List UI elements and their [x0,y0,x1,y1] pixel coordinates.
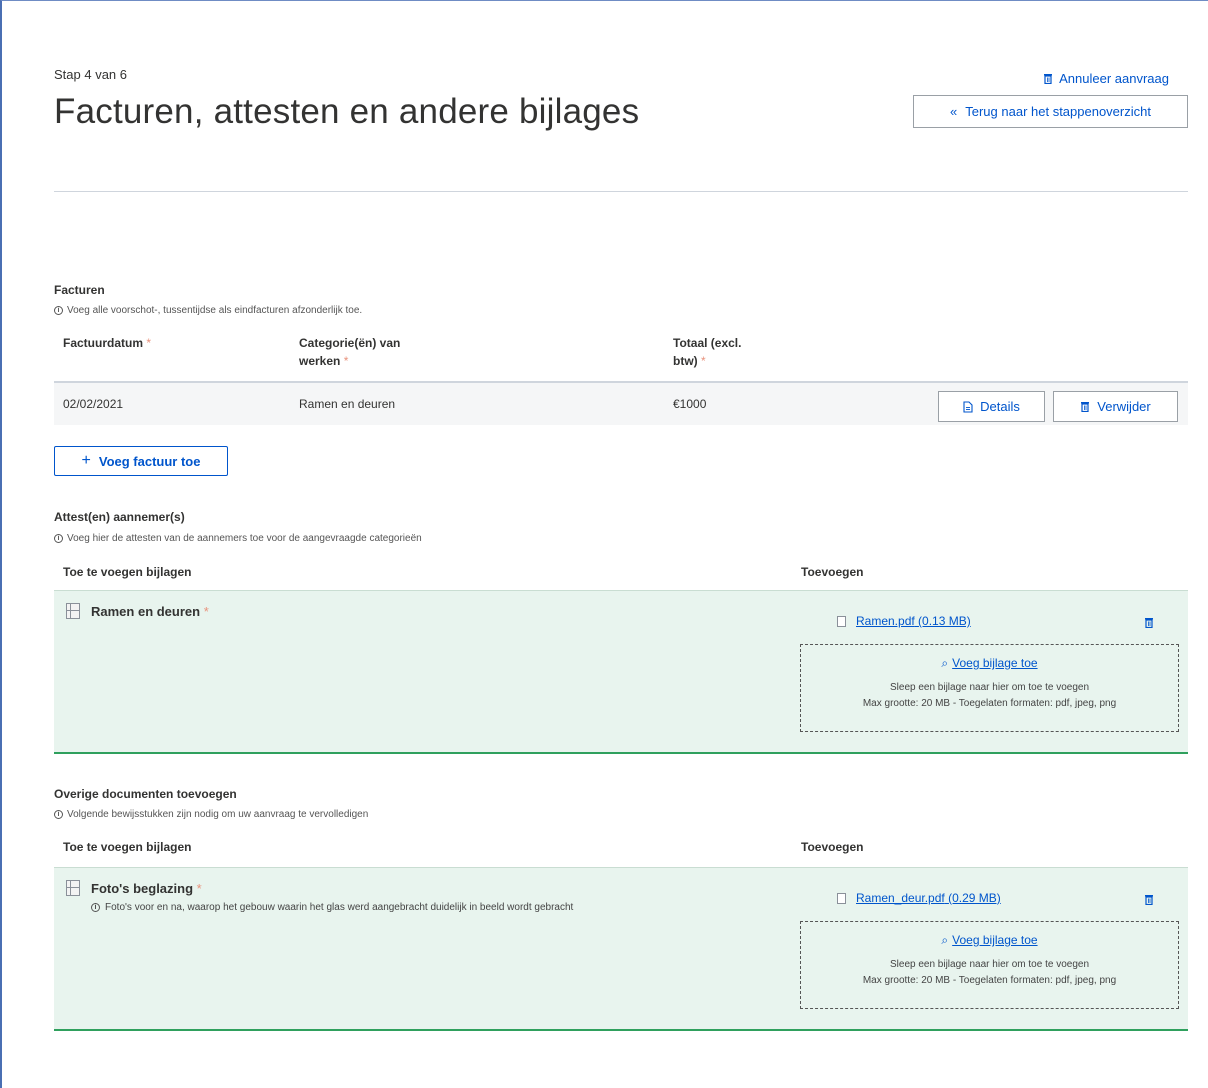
attachment-item-name: Ramen en deuren * [91,604,209,619]
contractor-attachment-row: Ramen en deuren * Ramen.pdf (0.13 MB) ⌕ V… [54,590,1188,754]
invoices-hint: i Voeg alle voorschot-, tussentijdse als… [54,305,362,316]
page-title: Facturen, attesten en andere bijlages [54,92,640,131]
delete-label: Verwijder [1097,399,1151,414]
paperclip-icon: ⌕ [941,656,949,670]
header-divider [54,191,1188,192]
attachment-item-description: i Foto's voor en na, waarop het gebouw w… [91,902,573,913]
step-indicator: Stap 4 van 6 [54,67,127,82]
cancel-request-label: Annuleer aanvraag [1059,71,1169,86]
info-icon: i [54,810,63,819]
paperclip-icon: ⌕ [941,933,949,947]
file-icon [837,892,846,904]
window-icon [66,880,80,896]
delete-file-button[interactable] [1144,615,1154,633]
invoice-date: 02/02/2021 [63,397,124,411]
info-icon: i [91,903,100,912]
contractor-title: Attest(en) aannemer(s) [54,510,185,524]
invoices-title: Facturen [54,283,105,297]
trash-icon [1044,74,1053,84]
col-add: Toevoegen [801,565,864,579]
contractor-hint-text: Voeg hier de attesten van de aannemers t… [67,533,422,544]
dropzone-instructions: Sleep een bijlage naar hier om toe te vo… [862,682,1117,709]
invoices-hint-text: Voeg alle voorschot-, tussentijdse als e… [67,305,363,316]
info-icon: i [54,534,63,543]
col-total: Totaal (excl. btw) * [673,336,742,368]
other-docs-attachment-row: Foto's beglazing * i Foto's voor en na, … [54,867,1188,1031]
file-dropzone[interactable]: ⌕ Voeg bijlage toe Sleep een bijlage naar… [800,644,1179,732]
double-chevron-left-icon: « [950,104,958,119]
delete-invoice-button[interactable]: Verwijder [1053,391,1178,422]
file-dropzone[interactable]: ⌕ Voeg bijlage toe Sleep een bijlage naar… [800,921,1179,1009]
col-attachments: Toe te voegen bijlagen [63,840,192,854]
other-docs-hint-text: Volgende bewijsstukken zijn nodig om uw … [67,809,369,820]
uploaded-file-link[interactable]: Ramen.pdf (0.13 MB) [837,614,971,628]
back-to-overview-button[interactable]: « Terug naar het stappenoverzicht [913,95,1188,128]
window-icon [66,603,80,619]
col-invoice-date: Factuurdatum * [63,336,152,350]
other-docs-title: Overige documenten toevoegen [54,787,237,801]
trash-icon [1145,618,1153,629]
add-invoice-label: Voeg factuur toe [98,453,201,469]
other-docs-hint: i Volgende bewijsstukken zijn nodig om u… [54,809,368,820]
col-add: Toevoegen [801,840,864,854]
trash-icon [1081,402,1090,412]
plus-icon: + [81,452,91,469]
trash-icon [1145,895,1153,906]
add-attachment-link[interactable]: ⌕ Voeg bijlage toe [801,933,1178,948]
details-button[interactable]: Details [938,391,1045,422]
table-row: 02/02/2021 Ramen en deuren €1000 Details… [54,381,1188,425]
col-categories: Categorie(ën) van werken * [299,336,401,368]
file-icon [837,615,846,627]
back-to-overview-label: Terug naar het stappenoverzicht [965,104,1151,119]
add-invoice-button[interactable]: + Voeg factuur toe [54,446,228,476]
invoice-category: Ramen en deuren [299,397,396,411]
invoice-total: €1000 [673,397,707,411]
dropzone-instructions: Sleep een bijlage naar hier om toe te vo… [862,959,1117,986]
col-attachments: Toe te voegen bijlagen [63,565,192,579]
attachment-item-name: Foto's beglazing * [91,881,202,896]
delete-file-button[interactable] [1144,892,1154,910]
uploaded-file-link[interactable]: Ramen_deur.pdf (0.29 MB) [837,891,1001,905]
add-attachment-link[interactable]: ⌕ Voeg bijlage toe [801,656,1178,671]
contractor-hint: i Voeg hier de attesten van de aannemers… [54,533,422,544]
cancel-request-link[interactable]: Annuleer aanvraag [1043,71,1169,86]
details-label: Details [980,399,1020,414]
document-icon [963,400,973,413]
info-icon: i [54,306,63,315]
